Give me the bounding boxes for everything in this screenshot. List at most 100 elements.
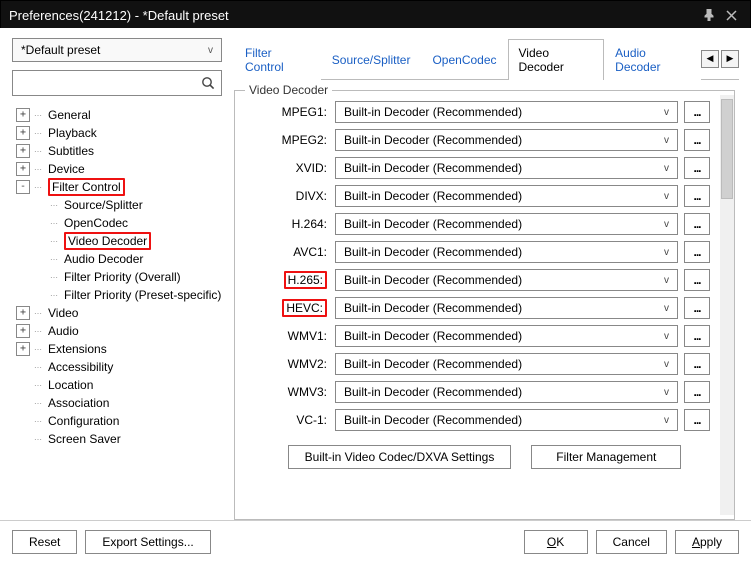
- tree-subitem[interactable]: ⋯Filter Priority (Overall): [12, 268, 222, 286]
- decoder-dropdown[interactable]: Built-in Decoder (Recommended)v: [335, 241, 678, 263]
- export-settings-button[interactable]: Export Settings...: [85, 530, 210, 554]
- decoder-value: Built-in Decoder (Recommended): [344, 105, 522, 119]
- preset-value: *Default preset: [21, 43, 100, 57]
- tree-item[interactable]: ⋯Screen Saver: [12, 430, 222, 448]
- chevron-down-icon: v: [664, 135, 669, 146]
- tree-item-label: Video: [48, 306, 78, 320]
- tab-audio-decoder[interactable]: Audio Decoder: [604, 39, 701, 80]
- tree-subitem-label: Filter Priority (Overall): [64, 270, 181, 284]
- tree-subitem[interactable]: ⋯Filter Priority (Preset-specific): [12, 286, 222, 304]
- scrollbar-thumb[interactable]: [721, 99, 733, 199]
- tree-spacer: [16, 378, 30, 392]
- tab-scroll-left[interactable]: ◀: [701, 50, 719, 68]
- chevron-down-icon: v: [664, 275, 669, 286]
- tree-item[interactable]: ⋯Configuration: [12, 412, 222, 430]
- expand-icon[interactable]: +: [16, 324, 30, 338]
- decoder-more-button[interactable]: ...: [684, 269, 710, 291]
- tree-item-label: Filter Control: [48, 178, 125, 196]
- tab-filter-control[interactable]: Filter Control: [234, 39, 321, 80]
- expand-icon[interactable]: +: [16, 306, 30, 320]
- decoder-value: Built-in Decoder (Recommended): [344, 161, 522, 175]
- tree-item[interactable]: ⋯Location: [12, 376, 222, 394]
- ok-button[interactable]: OK: [524, 530, 588, 554]
- tree-item[interactable]: +⋯Subtitles: [12, 142, 222, 160]
- expand-icon[interactable]: +: [16, 162, 30, 176]
- decoder-more-button[interactable]: ...: [684, 381, 710, 403]
- tree-item[interactable]: -⋯Filter Control: [12, 178, 222, 196]
- pin-icon[interactable]: [698, 5, 720, 25]
- tree-subitem[interactable]: ⋯Video Decoder: [12, 232, 222, 250]
- tree-item[interactable]: ⋯Association: [12, 394, 222, 412]
- tab-scroll-right[interactable]: ▶: [721, 50, 739, 68]
- decoder-dropdown[interactable]: Built-in Decoder (Recommended)v: [335, 129, 678, 151]
- decoder-dropdown[interactable]: Built-in Decoder (Recommended)v: [335, 325, 678, 347]
- tree-item[interactable]: +⋯Video: [12, 304, 222, 322]
- expand-icon[interactable]: +: [16, 108, 30, 122]
- decoder-more-button[interactable]: ...: [684, 297, 710, 319]
- tree-item-label: General: [48, 108, 91, 122]
- tree-item[interactable]: +⋯Playback: [12, 124, 222, 142]
- tree-item[interactable]: ⋯Accessibility: [12, 358, 222, 376]
- tab-source-splitter[interactable]: Source/Splitter: [321, 46, 422, 73]
- preset-dropdown[interactable]: *Default preset v: [12, 38, 222, 62]
- decoder-more-button[interactable]: ...: [684, 157, 710, 179]
- tree-subitem[interactable]: ⋯Source/Splitter: [12, 196, 222, 214]
- decoder-more-button[interactable]: ...: [684, 325, 710, 347]
- filter-management-button[interactable]: Filter Management: [531, 445, 681, 469]
- expand-icon[interactable]: +: [16, 144, 30, 158]
- codec-label: DIVX:: [241, 189, 329, 203]
- group-legend: Video Decoder: [245, 83, 332, 97]
- tree-item[interactable]: + ⋯General: [12, 106, 222, 124]
- content-area: *Default preset v +⋯General+⋯Playback+⋯S…: [0, 28, 751, 520]
- tab-video-decoder[interactable]: Video Decoder: [508, 39, 605, 80]
- decoder-more-button[interactable]: ...: [684, 185, 710, 207]
- tree-item-label: Playback: [48, 126, 97, 140]
- decoder-value: Built-in Decoder (Recommended): [344, 301, 522, 315]
- decoder-more-button[interactable]: ...: [684, 353, 710, 375]
- decoder-dropdown[interactable]: Built-in Decoder (Recommended)v: [335, 297, 678, 319]
- cancel-button[interactable]: Cancel: [596, 530, 667, 554]
- decoder-dropdown[interactable]: Built-in Decoder (Recommended)v: [335, 213, 678, 235]
- decoder-dropdown[interactable]: Built-in Decoder (Recommended)v: [335, 353, 678, 375]
- apply-button[interactable]: Apply: [675, 530, 739, 554]
- expand-icon[interactable]: +: [16, 126, 30, 140]
- decoder-more-button[interactable]: ...: [684, 409, 710, 431]
- decoder-dropdown[interactable]: Built-in Decoder (Recommended)v: [335, 381, 678, 403]
- decoder-dropdown[interactable]: Built-in Decoder (Recommended)v: [335, 269, 678, 291]
- decoder-dropdown[interactable]: Built-in Decoder (Recommended)v: [335, 157, 678, 179]
- collapse-icon[interactable]: -: [16, 180, 30, 194]
- codec-label: VC-1:: [241, 413, 329, 427]
- reset-button[interactable]: Reset: [12, 530, 77, 554]
- tree-item-label: Subtitles: [48, 144, 94, 158]
- search-input[interactable]: [19, 75, 199, 91]
- decoder-dropdown[interactable]: Built-in Decoder (Recommended)v: [335, 101, 678, 123]
- codec-label: H.265:: [241, 271, 329, 289]
- decoder-dropdown[interactable]: Built-in Decoder (Recommended)v: [335, 185, 678, 207]
- decoder-row: WMV3:Built-in Decoder (Recommended)v...: [241, 381, 710, 403]
- tree-item[interactable]: +⋯Device: [12, 160, 222, 178]
- tree-subitem[interactable]: ⋯Audio Decoder: [12, 250, 222, 268]
- chevron-down-icon: v: [664, 191, 669, 202]
- decoder-more-button[interactable]: ...: [684, 129, 710, 151]
- decoder-dropdown[interactable]: Built-in Decoder (Recommended)v: [335, 409, 678, 431]
- tree-subitem[interactable]: ⋯OpenCodec: [12, 214, 222, 232]
- tab-opencodec[interactable]: OpenCodec: [421, 46, 507, 73]
- decoder-row: AVC1:Built-in Decoder (Recommended)v...: [241, 241, 710, 263]
- codec-label: MPEG1:: [241, 105, 329, 119]
- search-box[interactable]: [12, 70, 222, 96]
- scrollbar[interactable]: [720, 95, 734, 515]
- dxva-settings-button[interactable]: Built-in Video Codec/DXVA Settings: [288, 445, 512, 469]
- tree-connector: ⋯: [50, 219, 64, 228]
- tree-item[interactable]: +⋯Audio: [12, 322, 222, 340]
- tree-item[interactable]: +⋯Extensions: [12, 340, 222, 358]
- decoder-more-button[interactable]: ...: [684, 213, 710, 235]
- decoder-more-button[interactable]: ...: [684, 101, 710, 123]
- tree-connector: ⋯: [50, 273, 64, 282]
- tree-connector: ⋯: [34, 111, 48, 120]
- close-icon[interactable]: [720, 5, 742, 25]
- expand-icon[interactable]: +: [16, 342, 30, 356]
- nav-tree[interactable]: +⋯General+⋯Playback+⋯Subtitles+⋯Device-⋯…: [12, 102, 222, 520]
- search-icon[interactable]: [199, 74, 217, 92]
- decoder-more-button[interactable]: ...: [684, 241, 710, 263]
- decoder-row: MPEG2:Built-in Decoder (Recommended)v...: [241, 129, 710, 151]
